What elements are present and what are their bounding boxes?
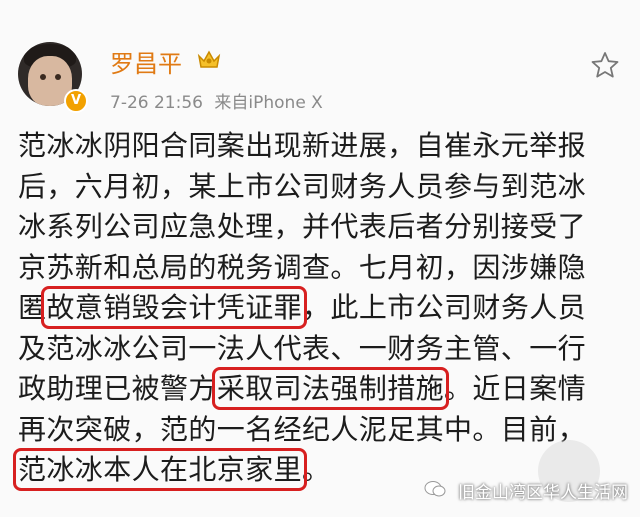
post-text: 及范冰冰公司一法人代表、一财务主管、一行 bbox=[18, 331, 587, 365]
post-line: 政助理已被警方采取司法强制措施。近日案情 bbox=[18, 367, 618, 410]
post-line: 再次突破，范的一名经纪人泥足其中。目前， bbox=[18, 410, 618, 451]
post-text: 政助理已被警方 bbox=[18, 372, 217, 405]
post-line: 京苏新和总局的税务调查。七月初，因涉嫌隐 bbox=[18, 248, 618, 289]
watermark: 旧金山湾区华人生活网 bbox=[458, 483, 628, 503]
post-text: 冰系列公司应急处理，并代表后者分别接受了 bbox=[18, 210, 587, 243]
post-text: 。近日案情 bbox=[444, 372, 587, 405]
post-line: 范冰冰阴阳合同案出现新进展，自崔永元举报 bbox=[18, 126, 618, 167]
post-line: 及范冰冰公司一法人代表、一财务主管、一行 bbox=[18, 329, 618, 370]
highlight-box: 采取司法强制措施 bbox=[211, 367, 450, 410]
post-line: 冰系列公司应急处理，并代表后者分别接受了 bbox=[18, 207, 618, 248]
post-body: 范冰冰阴阳合同案出现新进展，自崔永元举报 后，六月初，某上市公司财务人员参与到范… bbox=[12, 126, 618, 491]
post-text: 再次突破，范的一名经纪人泥足其中。目前， bbox=[18, 412, 587, 446]
verified-badge-icon: V bbox=[64, 89, 88, 113]
wechat-icon bbox=[424, 481, 446, 497]
post-text: 范冰冰阴阳合同案出现新进展，自崔永元举报 bbox=[18, 129, 587, 162]
weibo-post-card: V 罗昌平 7-26 21:56 来自iPhone X 范冰冰阴阳合同案出现新进… bbox=[0, 0, 640, 517]
vip-crown-icon bbox=[197, 50, 221, 68]
post-meta: 7-26 21:56 来自iPhone X bbox=[110, 88, 323, 113]
highlight-box: 范冰冰本人在北京家里 bbox=[12, 448, 308, 491]
username[interactable]: 罗昌平 bbox=[110, 44, 182, 79]
highlight-box: 故意销毁会计凭证罪 bbox=[41, 286, 308, 329]
post-text: 。 bbox=[302, 453, 331, 486]
post-text: 后，六月初，某上市公司财务人员参与到范冰 bbox=[18, 169, 587, 203]
avatar-eye bbox=[55, 74, 61, 80]
post-text: 匿 bbox=[18, 291, 47, 324]
post-source: 来自iPhone X bbox=[214, 93, 323, 113]
post-text: 京苏新和总局的税务调查。七月初，因涉嫌隐 bbox=[18, 250, 587, 284]
star-icon[interactable] bbox=[590, 50, 620, 80]
avatar-eye bbox=[40, 74, 46, 80]
post-line: 匿故意销毁会计凭证罪，此上市公司财务人员 bbox=[18, 286, 618, 329]
post-time: 7-26 21:56 bbox=[110, 93, 203, 113]
post-text: ，此上市公司财务人员 bbox=[302, 291, 587, 324]
post-line: 后，六月初，某上市公司财务人员参与到范冰 bbox=[18, 167, 618, 208]
